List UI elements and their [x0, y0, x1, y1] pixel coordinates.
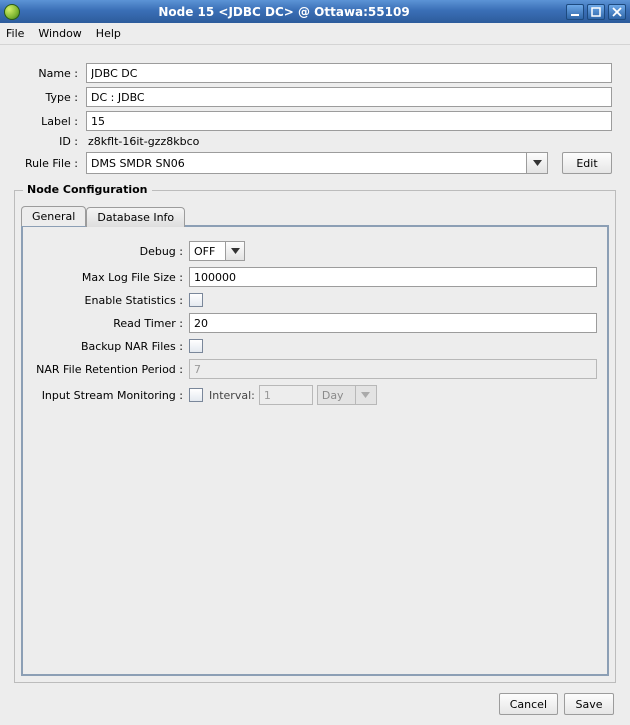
- retention-input: [189, 359, 597, 379]
- window-controls: [566, 4, 626, 20]
- rulefile-dropdown-button[interactable]: [526, 152, 548, 174]
- menu-file[interactable]: File: [6, 27, 24, 40]
- backup-label: Backup NAR Files :: [33, 340, 183, 353]
- menu-window[interactable]: Window: [38, 27, 81, 40]
- readtimer-label: Read Timer :: [33, 317, 183, 330]
- chevron-down-icon: [231, 248, 240, 254]
- ism-interval-label: Interval:: [209, 389, 255, 402]
- rulefile-combo[interactable]: [86, 152, 548, 174]
- window-titlebar: Node 15 <JDBC DC> @ Ottawa:55109: [0, 0, 630, 23]
- tab-database-info[interactable]: Database Info: [86, 207, 185, 227]
- window-title: Node 15 <JDBC DC> @ Ottawa:55109: [2, 5, 566, 19]
- ism-checkbox[interactable]: [189, 388, 203, 402]
- node-configuration-group: Node Configuration General Database Info…: [14, 190, 616, 683]
- backup-checkbox[interactable]: [189, 339, 203, 353]
- menu-help[interactable]: Help: [96, 27, 121, 40]
- cancel-button[interactable]: Cancel: [499, 693, 558, 715]
- label-label: Label :: [18, 115, 80, 128]
- enablestats-label: Enable Statistics :: [33, 294, 183, 307]
- enablestats-checkbox[interactable]: [189, 293, 203, 307]
- chevron-down-icon: [533, 160, 542, 166]
- id-label: ID :: [18, 135, 80, 148]
- menubar: File Window Help: [0, 23, 630, 45]
- node-configuration-legend: Node Configuration: [23, 183, 152, 196]
- ism-unit-value: Day: [317, 385, 355, 405]
- name-input[interactable]: [86, 63, 612, 83]
- label-input[interactable]: [86, 111, 612, 131]
- readtimer-input[interactable]: [189, 313, 597, 333]
- retention-label: NAR File Retention Period :: [33, 363, 183, 376]
- ism-label: Input Stream Monitoring :: [33, 389, 183, 402]
- save-button[interactable]: Save: [564, 693, 614, 715]
- tab-panel-general: Debug : Max Log File Size : Enable Stati…: [21, 225, 609, 676]
- ism-unit-combo: Day: [317, 385, 377, 405]
- rulefile-input[interactable]: [86, 152, 526, 174]
- name-label: Name :: [18, 67, 80, 80]
- maxlog-label: Max Log File Size :: [33, 271, 183, 284]
- chevron-down-icon: [361, 392, 370, 398]
- id-value: z8kflt-16it-gzz8kbco: [86, 135, 612, 148]
- debug-value[interactable]: [189, 241, 225, 261]
- debug-label: Debug :: [33, 245, 183, 258]
- rulefile-label: Rule File :: [18, 157, 80, 170]
- dialog-buttons: Cancel Save: [12, 683, 618, 715]
- edit-button[interactable]: Edit: [562, 152, 612, 174]
- tabs: General Database Info: [21, 205, 609, 225]
- minimize-button[interactable]: [566, 4, 584, 20]
- tab-general[interactable]: General: [21, 206, 86, 226]
- debug-combo[interactable]: [189, 241, 245, 261]
- type-label: Type :: [18, 91, 80, 104]
- type-input[interactable]: [86, 87, 612, 107]
- ism-unit-dropdown-button: [355, 385, 377, 405]
- close-button[interactable]: [608, 4, 626, 20]
- maximize-button[interactable]: [587, 4, 605, 20]
- maxlog-input[interactable]: [189, 267, 597, 287]
- ism-interval-input: [259, 385, 313, 405]
- debug-dropdown-button[interactable]: [225, 241, 245, 261]
